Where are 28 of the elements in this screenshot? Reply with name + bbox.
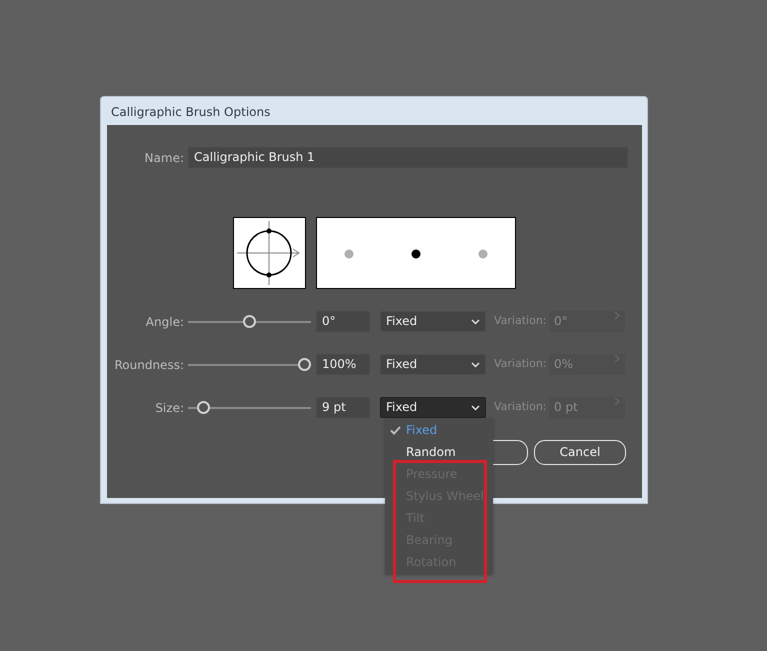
field-label: Variation:	[494, 313, 548, 330]
cancel-button[interactable]: Cancel	[534, 440, 626, 465]
menu-item[interactable]: Random	[385, 441, 493, 463]
value-field[interactable]: 0°	[316, 311, 370, 332]
method-dropdown[interactable]: Fixed	[380, 354, 486, 375]
chevron-down-icon	[471, 318, 480, 324]
field-label: Size:	[154, 400, 184, 416]
slider-thumb[interactable]	[243, 315, 256, 328]
chevron-right-icon	[614, 397, 620, 406]
field-label: Name:	[144, 150, 184, 166]
field-label: Variation:	[494, 399, 548, 416]
checkmark-icon	[390, 426, 401, 435]
method-dropdown[interactable]: Fixed	[380, 311, 486, 332]
name-field[interactable]: Calligraphic Brush 1	[188, 147, 628, 168]
field-label: Variation:	[494, 356, 548, 372]
field-label: Roundness:	[113, 356, 184, 374]
chevron-right-icon	[614, 354, 620, 363]
field-label: Angle:	[144, 314, 184, 330]
chevron-down-icon	[471, 362, 480, 368]
value-field[interactable]: 100%	[316, 354, 370, 375]
value-field[interactable]: 9 pt	[316, 397, 370, 418]
chevron-down-icon	[471, 404, 480, 410]
brush-shape-icon	[233, 217, 306, 289]
method-dropdown[interactable]: Fixed	[380, 397, 486, 418]
chevron-right-icon	[614, 311, 620, 320]
slider-thumb[interactable]	[298, 358, 311, 371]
slider-thumb[interactable]	[196, 401, 210, 414]
window-title: Calligraphic Brush Options	[111, 105, 270, 119]
